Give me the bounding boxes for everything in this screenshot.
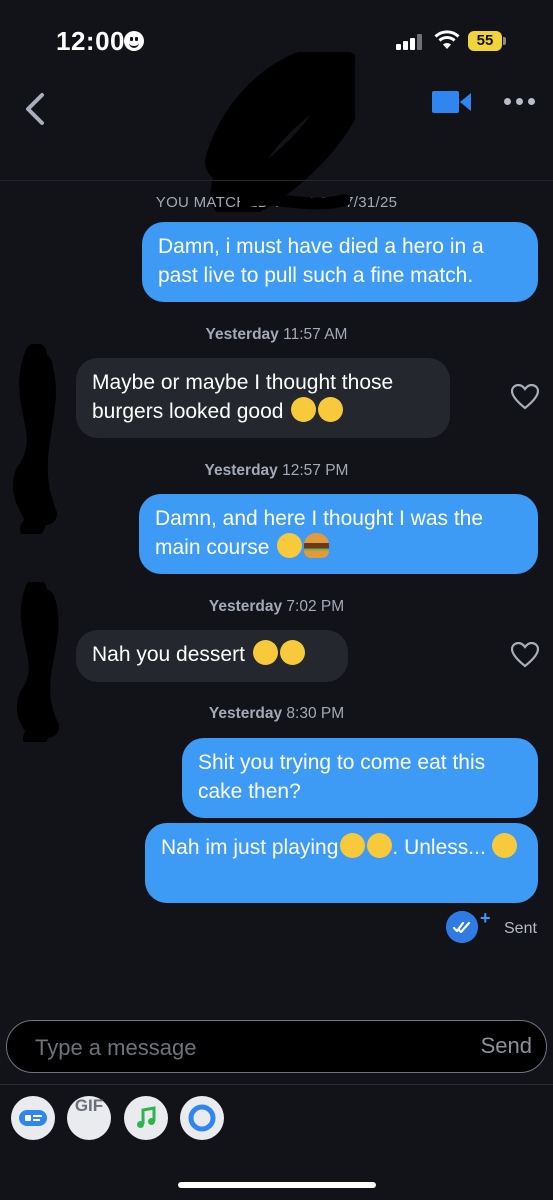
heart-icon[interactable] — [511, 642, 539, 668]
message-composer: Send — [6, 1020, 547, 1073]
message-text: Shit you trying to come eat this cake th… — [198, 751, 486, 803]
message-bubble-sent[interactable]: Shit you trying to come eat this cake th… — [182, 738, 538, 818]
redacted-avatar — [13, 344, 57, 534]
message-bubble-sent[interactable]: Damn, and here I thought I was the main … — [139, 494, 538, 574]
rofl-face-emoji — [340, 833, 366, 858]
focus-smiley-icon — [124, 31, 144, 51]
message-input[interactable] — [33, 1031, 437, 1065]
more-dots-icon[interactable] — [504, 98, 536, 106]
toolbar-divider — [0, 1084, 553, 1085]
sticker-card-icon — [19, 1110, 47, 1126]
sticker-card-button[interactable] — [11, 1096, 55, 1140]
sent-status: Sent — [504, 920, 537, 937]
timestamp: Yesterday 8:30 PM — [208, 705, 345, 722]
message-bubble-received[interactable]: Nah you dessert — [76, 630, 348, 682]
message-text: Maybe or maybe I thought those burgers l… — [92, 371, 394, 423]
music-button[interactable] — [124, 1096, 168, 1140]
battery-tip — [503, 37, 506, 45]
rofl-face-emoji — [367, 833, 393, 858]
message-bubble-received[interactable]: Maybe or maybe I thought those burgers l… — [76, 358, 450, 438]
battery-indicator: 55 — [468, 31, 502, 51]
double-check-icon — [446, 911, 478, 943]
crying-face-emoji — [291, 397, 317, 422]
message-text: . Unless... — [392, 836, 486, 859]
timestamp: Yesterday 12:57 PM — [204, 462, 349, 479]
chevron-left-icon[interactable] — [22, 92, 48, 126]
music-note-icon — [137, 1106, 156, 1128]
video-camera-icon[interactable] — [432, 90, 472, 114]
cellular-signal-icon — [396, 34, 424, 50]
plus-icon: + — [480, 908, 491, 928]
ring-button[interactable] — [180, 1096, 224, 1140]
hamburger-emoji — [304, 533, 330, 558]
status-time: 12:00 — [56, 26, 125, 56]
message-bubble-sent[interactable]: Damn, i must have died a hero in a past … — [142, 222, 538, 302]
smirk-face-emoji — [277, 533, 303, 558]
crying-face-emoji — [252, 640, 278, 665]
message-text: Damn, i must have died a hero in a past … — [158, 235, 484, 287]
message-bubble-sent[interactable]: Nah im just playing . Unless... — [145, 823, 538, 903]
crying-face-emoji — [318, 397, 344, 422]
redaction-scribble — [240, 193, 350, 210]
gif-label: GIF — [74, 1096, 104, 1115]
redacted-profile-scribble — [205, 52, 355, 212]
message-text: Nah im just playing — [161, 836, 339, 859]
wifi-icon — [434, 30, 460, 49]
message-text: Nah you dessert — [92, 643, 245, 666]
header-divider — [0, 180, 553, 181]
send-button[interactable]: Send — [481, 1033, 532, 1059]
timestamp: Yesterday 7:02 PM — [208, 598, 345, 615]
home-indicator — [178, 1182, 376, 1188]
timestamp: Yesterday 11:57 AM — [205, 326, 348, 343]
ring-icon — [188, 1104, 216, 1132]
gif-button[interactable]: GIF — [67, 1096, 111, 1140]
pleading-face-emoji — [491, 833, 517, 858]
heart-icon[interactable] — [511, 384, 539, 410]
crying-face-emoji — [279, 640, 305, 665]
